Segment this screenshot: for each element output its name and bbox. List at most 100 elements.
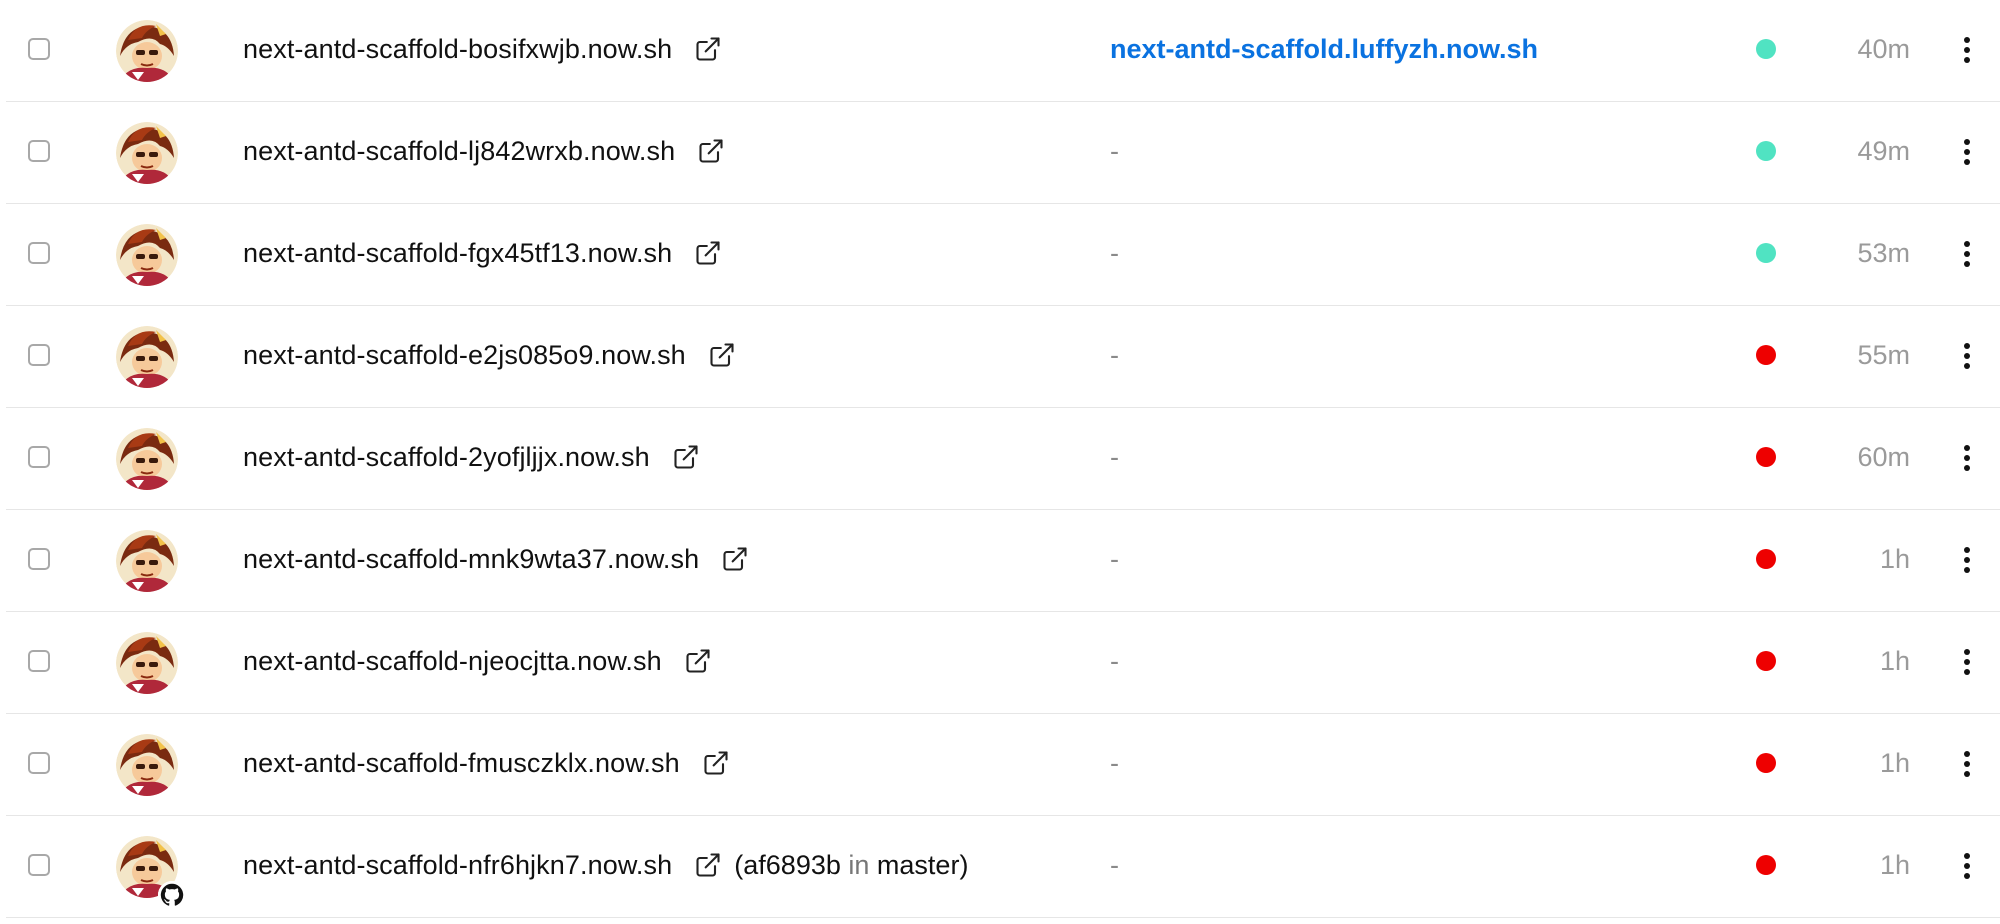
alias-empty: -	[1110, 339, 1119, 370]
row-select-checkbox[interactable]	[28, 140, 50, 162]
alias-empty: -	[1110, 237, 1119, 268]
row-select-checkbox[interactable]	[28, 752, 50, 774]
deployment-row[interactable]: next-antd-scaffold-nfr6hjkn7.now.sh (af6…	[6, 816, 2000, 918]
more-vertical-icon[interactable]	[1956, 540, 1978, 580]
deployment-age: 40m	[1857, 34, 1910, 64]
more-vertical-icon[interactable]	[1956, 132, 1978, 172]
alias-cell: -	[1110, 848, 1119, 882]
external-link-icon[interactable]	[684, 647, 712, 675]
commit-branch[interactable]: master	[877, 850, 960, 880]
alias-empty: -	[1110, 135, 1119, 166]
alias-cell: -	[1110, 236, 1119, 270]
deployment-row[interactable]: next-antd-scaffold-bosifxwjb.now.sh next…	[6, 0, 2000, 102]
avatar-icon	[116, 224, 178, 286]
deployment-url[interactable]: next-antd-scaffold-e2js085o9.now.sh	[243, 340, 686, 371]
external-link-icon[interactable]	[694, 239, 722, 267]
external-link-icon[interactable]	[721, 545, 749, 573]
more-vertical-icon[interactable]	[1956, 234, 1978, 274]
alias-empty: -	[1110, 747, 1119, 778]
row-select-checkbox[interactable]	[28, 548, 50, 570]
status-dot-ready	[1756, 243, 1776, 263]
deployment-row[interactable]: next-antd-scaffold-njeocjtta.now.sh - 1h	[6, 612, 2000, 714]
more-vertical-icon[interactable]	[1956, 744, 1978, 784]
deployment-url-cell: next-antd-scaffold-fgx45tf13.now.sh	[243, 236, 722, 270]
alias-empty: -	[1110, 849, 1119, 880]
status-dot-error	[1756, 549, 1776, 569]
deployment-age: 60m	[1857, 442, 1910, 472]
alias-cell: -	[1110, 440, 1119, 474]
status-dot-error	[1756, 855, 1776, 875]
commit-info[interactable]: (af6893b in master)	[734, 850, 968, 881]
alias-link[interactable]: next-antd-scaffold.luffyzh.now.sh	[1110, 34, 1538, 65]
avatar-icon	[116, 632, 178, 694]
deployment-url[interactable]: next-antd-scaffold-nfr6hjkn7.now.sh	[243, 850, 672, 881]
avatar-icon	[116, 428, 178, 490]
deployment-row[interactable]: next-antd-scaffold-lj842wrxb.now.sh - 49…	[6, 102, 2000, 204]
external-link-icon[interactable]	[708, 341, 736, 369]
deployment-row[interactable]: next-antd-scaffold-e2js085o9.now.sh - 55…	[6, 306, 2000, 408]
deployment-url-cell: next-antd-scaffold-njeocjtta.now.sh	[243, 644, 712, 678]
external-link-icon[interactable]	[694, 35, 722, 63]
more-vertical-icon[interactable]	[1956, 30, 1978, 70]
deployment-url[interactable]: next-antd-scaffold-fmusczklx.now.sh	[243, 748, 680, 779]
avatar-icon	[116, 734, 178, 796]
alias-empty: -	[1110, 543, 1119, 574]
external-link-icon[interactable]	[672, 443, 700, 471]
row-select-checkbox[interactable]	[28, 854, 50, 876]
deployment-url-cell: next-antd-scaffold-e2js085o9.now.sh	[243, 338, 736, 372]
alias-cell: -	[1110, 338, 1119, 372]
deployment-row[interactable]: next-antd-scaffold-fgx45tf13.now.sh - 53…	[6, 204, 2000, 306]
deployment-url[interactable]: next-antd-scaffold-bosifxwjb.now.sh	[243, 34, 672, 65]
avatar-icon	[116, 530, 178, 592]
alias-cell: -	[1110, 644, 1119, 678]
avatar-icon	[116, 20, 178, 82]
deployment-row[interactable]: next-antd-scaffold-2yofjljjx.now.sh - 60…	[6, 408, 2000, 510]
more-vertical-icon[interactable]	[1956, 336, 1978, 376]
deployments-list: next-antd-scaffold-bosifxwjb.now.sh next…	[6, 0, 2000, 918]
deployment-url[interactable]: next-antd-scaffold-njeocjtta.now.sh	[243, 646, 662, 677]
deployment-row[interactable]: next-antd-scaffold-mnk9wta37.now.sh - 1h	[6, 510, 2000, 612]
external-link-icon[interactable]	[694, 851, 722, 879]
alias-cell: -	[1110, 134, 1119, 168]
deployment-url-cell: next-antd-scaffold-lj842wrxb.now.sh	[243, 134, 725, 168]
deployment-age: 53m	[1857, 238, 1910, 268]
deployment-row[interactable]: next-antd-scaffold-fmusczklx.now.sh - 1h	[6, 714, 2000, 816]
row-select-checkbox[interactable]	[28, 344, 50, 366]
deployment-url-cell: next-antd-scaffold-mnk9wta37.now.sh	[243, 542, 749, 576]
commit-sha[interactable]: af6893b	[743, 850, 841, 880]
more-vertical-icon[interactable]	[1956, 846, 1978, 886]
deployment-url[interactable]: next-antd-scaffold-lj842wrxb.now.sh	[243, 136, 675, 167]
deployment-url[interactable]: next-antd-scaffold-mnk9wta37.now.sh	[243, 544, 699, 575]
commit-close-paren: )	[959, 849, 969, 880]
deployment-url-cell: next-antd-scaffold-fmusczklx.now.sh	[243, 746, 730, 780]
status-dot-error	[1756, 753, 1776, 773]
row-select-checkbox[interactable]	[28, 650, 50, 672]
deployment-age: 1h	[1879, 544, 1910, 574]
deployment-url-cell: next-antd-scaffold-bosifxwjb.now.sh	[243, 32, 722, 66]
more-vertical-icon[interactable]	[1956, 438, 1978, 478]
alias-cell: -	[1110, 542, 1119, 576]
row-select-checkbox[interactable]	[28, 242, 50, 264]
avatar-icon	[116, 122, 178, 184]
alias-cell: next-antd-scaffold.luffyzh.now.sh	[1110, 32, 1538, 66]
alias-cell: -	[1110, 746, 1119, 780]
status-dot-error	[1756, 651, 1776, 671]
deployment-url[interactable]: next-antd-scaffold-2yofjljjx.now.sh	[243, 442, 650, 473]
row-select-checkbox[interactable]	[28, 38, 50, 60]
github-icon	[158, 881, 186, 909]
avatar-icon	[116, 326, 178, 388]
more-vertical-icon[interactable]	[1956, 642, 1978, 682]
row-select-checkbox[interactable]	[28, 446, 50, 468]
alias-empty: -	[1110, 441, 1119, 472]
external-link-icon[interactable]	[702, 749, 730, 777]
alias-empty: -	[1110, 645, 1119, 676]
deployment-age: 1h	[1879, 850, 1910, 880]
status-dot-ready	[1756, 39, 1776, 59]
deployment-url[interactable]: next-antd-scaffold-fgx45tf13.now.sh	[243, 238, 672, 269]
commit-open-paren: (	[734, 849, 744, 880]
deployment-age: 1h	[1879, 646, 1910, 676]
external-link-icon[interactable]	[697, 137, 725, 165]
deployment-url-cell: next-antd-scaffold-nfr6hjkn7.now.sh (af6…	[243, 848, 968, 882]
status-dot-error	[1756, 447, 1776, 467]
deployment-url-cell: next-antd-scaffold-2yofjljjx.now.sh	[243, 440, 700, 474]
